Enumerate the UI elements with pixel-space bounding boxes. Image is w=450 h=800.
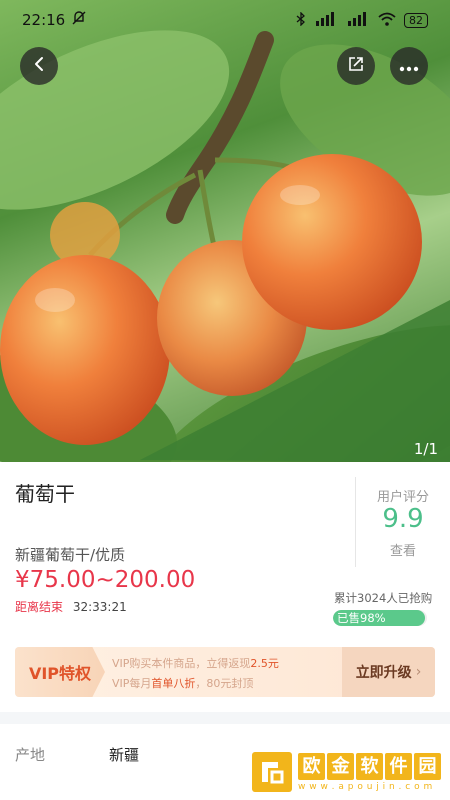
rating-view-link[interactable]: 查看 xyxy=(356,540,450,559)
wifi-icon xyxy=(378,12,396,29)
spec-value: 新疆 xyxy=(109,746,140,764)
more-icon xyxy=(399,57,419,76)
spec-label: 产地 xyxy=(15,746,46,764)
watermark-char: 金 xyxy=(327,752,354,780)
signal-icon xyxy=(314,11,338,29)
watermark-char: 软 xyxy=(356,752,383,780)
watermark-char: 园 xyxy=(414,752,441,780)
sold-total: 累计3024人已抢购 xyxy=(334,591,433,605)
image-pager: 1/1 xyxy=(413,440,438,458)
countdown-label: 距离结束 xyxy=(15,600,64,614)
back-icon xyxy=(31,56,47,76)
vip-line1-text: VIP购买本件商品，立得返现 xyxy=(112,657,251,670)
vip-discount-text: VIP每月首单八折，80元封顶 xyxy=(112,675,253,691)
watermark-url: w w w . a p o u j i n . c o m xyxy=(298,781,433,792)
status-bar: 22:16 82 xyxy=(0,0,450,40)
watermark-title: 欧 金 软 件 园 xyxy=(298,752,441,780)
rating-score: 9.9 xyxy=(382,504,424,534)
sold-progress-label: 已售98% xyxy=(337,611,386,625)
cherries-illustration xyxy=(0,30,450,462)
battery-indicator: 82 xyxy=(404,12,428,28)
vip-tag: VIP特权 xyxy=(15,647,105,697)
product-price: ¥75.00~200.00 xyxy=(15,567,196,593)
vip-banner[interactable]: VIP特权 VIP购买本件商品，立得返现2.5元 VIP每月首单八折，80元封顶… xyxy=(15,647,435,697)
signal-icon-2 xyxy=(346,11,370,29)
upgrade-button[interactable]: 立即升级 › xyxy=(342,647,435,697)
status-time: 22:16 xyxy=(22,11,66,29)
vip-cashback-amount: 2.5元 xyxy=(250,657,279,670)
more-button[interactable] xyxy=(390,47,428,85)
mute-icon xyxy=(71,10,87,30)
share-icon xyxy=(347,55,365,77)
countdown-time: 32:33:21 xyxy=(72,600,127,614)
chevron-right-icon: › xyxy=(415,664,422,680)
vip-line2-prefix: VIP每月 xyxy=(112,677,152,690)
back-button[interactable] xyxy=(20,47,58,85)
countdown: 距离结束 32:33:21 xyxy=(15,598,127,615)
vip-line2-suffix: ，80元封顶 xyxy=(195,677,254,690)
upgrade-label: 立即升级 xyxy=(355,665,412,681)
watermark: 欧 金 软 件 园 w w w . a p o u j i n . c o m xyxy=(252,746,448,798)
bluetooth-icon xyxy=(296,10,306,29)
product-title: 葡萄干 xyxy=(15,482,75,506)
watermark-logo-icon xyxy=(252,752,292,792)
vip-cashback-text: VIP购买本件商品，立得返现2.5元 xyxy=(112,655,279,671)
rating-label: 用户评分 xyxy=(376,490,429,505)
product-subtitle: 新疆葡萄干/优质 xyxy=(15,546,126,564)
sold-progress-bar: 已售98% xyxy=(333,610,427,626)
product-info: 葡萄干 新疆葡萄干/优质 ¥75.00~200.00 距离结束 32:33:21… xyxy=(0,462,450,632)
product-image[interactable] xyxy=(0,0,450,462)
vip-discount-highlight: 首单八折 xyxy=(151,677,196,690)
section-gap xyxy=(0,712,450,724)
share-button[interactable] xyxy=(337,47,375,85)
watermark-char: 欧 xyxy=(298,752,325,780)
watermark-char: 件 xyxy=(385,752,412,780)
